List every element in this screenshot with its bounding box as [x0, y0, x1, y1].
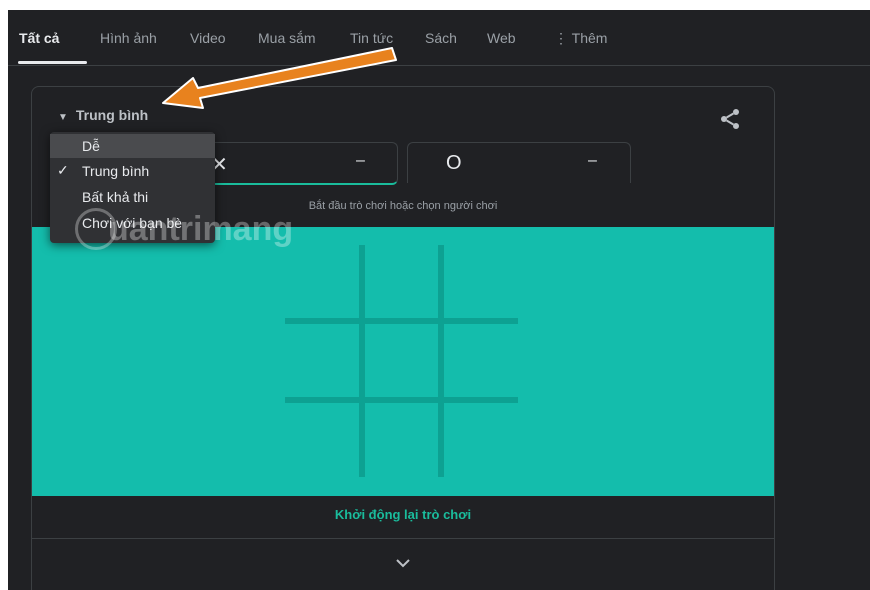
tabs-divider	[8, 65, 870, 66]
menu-item-medium[interactable]: ✓ Trung bình	[50, 159, 215, 183]
player-o-score: –	[588, 152, 597, 169]
tab-video[interactable]: Video	[190, 30, 226, 46]
tab-more[interactable]: ⋮ Thêm	[554, 30, 607, 47]
difficulty-dropdown[interactable]: ▼ Trung bình	[58, 107, 148, 123]
active-tab-indicator	[18, 61, 87, 64]
caret-down-icon: ▼	[58, 112, 68, 123]
menu-item-impossible[interactable]: Bất khả thi	[50, 185, 215, 209]
player-o-panel[interactable]: O –	[407, 142, 631, 183]
check-icon: ✓	[57, 162, 69, 178]
share-icon[interactable]	[718, 107, 742, 131]
grid-line-vertical-2	[438, 245, 444, 477]
tab-all[interactable]: Tất cả	[19, 30, 59, 46]
grid-line-horizontal-1	[285, 318, 518, 324]
tab-news[interactable]: Tin tức	[350, 30, 393, 46]
menu-item-label: Dễ	[82, 138, 100, 154]
restart-game-button[interactable]: Khởi động lại trò chơi	[32, 507, 774, 522]
difficulty-label: Trung bình	[75, 107, 149, 123]
tab-books[interactable]: Sách	[425, 30, 457, 46]
card-divider	[32, 538, 774, 539]
chevron-down-icon[interactable]	[395, 557, 411, 569]
tab-web[interactable]: Web	[487, 30, 516, 46]
search-tabs: Tất cả Hình ảnh Video Mua sắm Tin tức Sá…	[8, 10, 870, 66]
tab-shopping[interactable]: Mua sắm	[258, 30, 316, 46]
grid-line-vertical-1	[359, 245, 365, 477]
menu-item-label: Bất khả thi	[82, 189, 149, 205]
player-x-score: –	[356, 152, 365, 169]
tab-images[interactable]: Hình ảnh	[100, 30, 157, 46]
menu-item-easy[interactable]: Dễ	[50, 134, 215, 158]
grid-line-horizontal-2	[285, 397, 518, 403]
watermark-text: uantrimang	[108, 210, 294, 248]
search-results-screen: Tất cả Hình ảnh Video Mua sắm Tin tức Sá…	[8, 10, 870, 590]
player-o-token: O	[446, 152, 462, 174]
game-board[interactable]	[32, 227, 774, 496]
menu-item-label: Trung bình	[82, 163, 150, 179]
